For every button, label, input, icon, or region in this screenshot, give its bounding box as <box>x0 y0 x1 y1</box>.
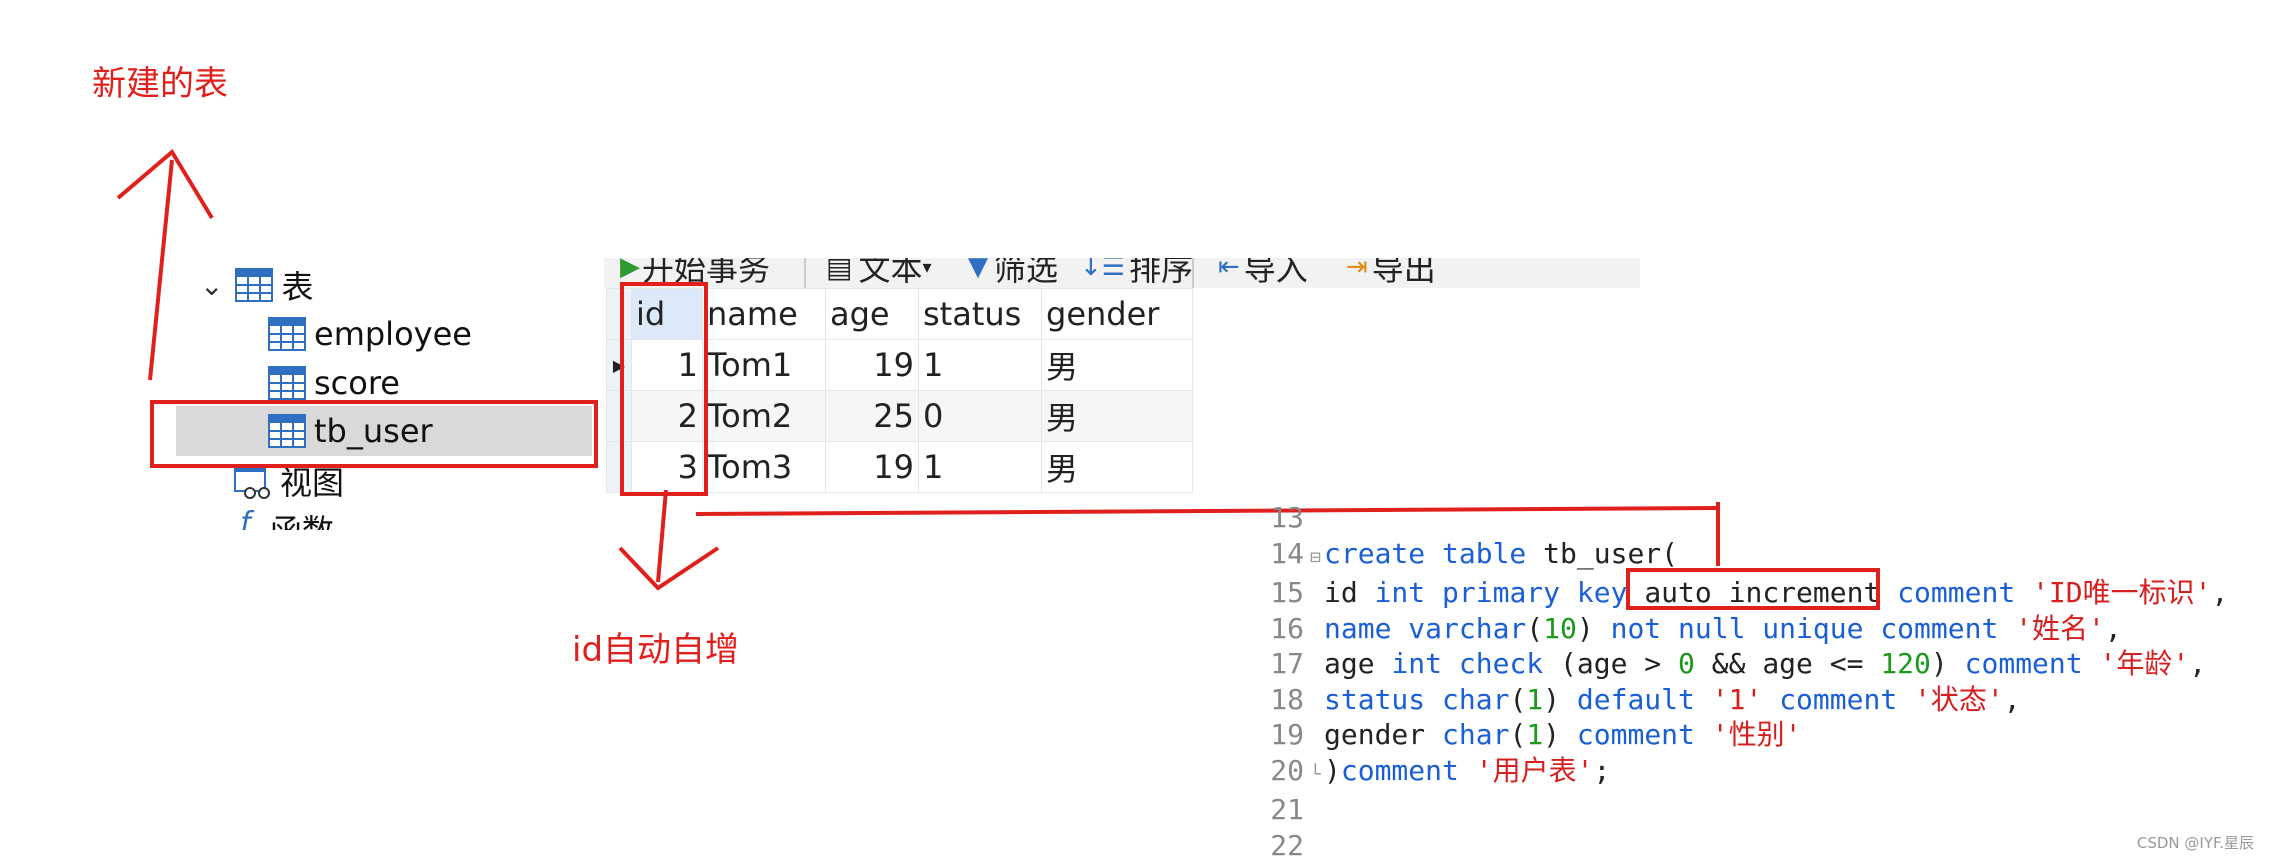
watermark: CSDN @IYF.星辰 <box>2136 834 2254 852</box>
column-header-age[interactable]: age <box>825 288 919 340</box>
filter-icon: ▼ <box>968 258 988 282</box>
cell-gender[interactable]: 男 <box>1041 339 1193 391</box>
import-icon: ⇤ <box>1218 258 1240 282</box>
code-line: 20 └)comment '用户表'; <box>1260 753 2228 793</box>
tree-item-label: score <box>314 364 400 402</box>
text-icon: ▤ <box>826 258 853 284</box>
export-button[interactable]: ⇥ 导出 <box>1346 258 1436 288</box>
column-header-name[interactable]: name <box>702 288 826 340</box>
cell-name[interactable]: Tom2 <box>702 390 826 442</box>
line-number: 14 <box>1270 536 1304 570</box>
cell-gender[interactable]: 男 <box>1041 441 1193 493</box>
import-label: 导入 <box>1243 258 1308 288</box>
function-icon: fx <box>240 506 260 530</box>
cell-status[interactable]: 1 <box>918 339 1042 391</box>
line-number: 19 <box>1270 718 1304 751</box>
table-group-icon <box>235 268 274 302</box>
export-label: 导出 <box>1371 258 1436 288</box>
cell-age[interactable]: 19 <box>825 441 919 493</box>
sort-icon: ↓☰ <box>1080 258 1126 282</box>
code-line: 13 <box>1260 500 2228 536</box>
dropdown-icon: ▾ <box>922 258 932 278</box>
code-line: 19 gender char(1) comment '性别' <box>1260 717 2228 753</box>
cell-status[interactable]: 1 <box>918 441 1042 493</box>
tree-tables-group[interactable]: ⌄ 表 <box>200 262 313 308</box>
line-number: 20 <box>1270 753 1304 787</box>
sql-editor[interactable]: 13 14 ⊟ create table tb_user( 15 id int pri… <box>1260 500 2228 863</box>
id-column-highlight-box <box>620 282 708 496</box>
line-number: 15 <box>1270 576 1304 609</box>
tree-functions-group[interactable]: fx 函数 <box>240 506 334 530</box>
column-header-status[interactable]: status <box>918 288 1042 340</box>
import-button[interactable]: ⇤ 导入 <box>1218 258 1308 288</box>
sort-label: 排序 <box>1129 258 1194 288</box>
code-line: 21 <box>1260 792 2228 828</box>
cell-age[interactable]: 25 <box>825 390 919 442</box>
line-number: 13 <box>1270 501 1304 534</box>
cell-age[interactable]: 19 <box>825 339 919 391</box>
column-header-gender[interactable]: gender <box>1041 288 1193 340</box>
code-line: 22 <box>1260 828 2228 864</box>
tree-tables-label: 表 <box>281 268 314 306</box>
text-label: 文本 <box>858 258 923 288</box>
cell-status[interactable]: 0 <box>918 390 1042 442</box>
grid-toolbar: ▶ 开始事务 ▤ 文本 ▾ ▼ 筛选 ↓☰ 排序 ⇤ 导入 ⇥ 导出 <box>604 258 1640 288</box>
line-number: 21 <box>1270 793 1304 826</box>
tb-user-highlight-box <box>150 400 598 468</box>
play-icon: ▶ <box>620 258 640 282</box>
cell-gender[interactable]: 男 <box>1041 390 1193 442</box>
line-number: 17 <box>1270 647 1304 680</box>
cell-name[interactable]: Tom1 <box>702 339 826 391</box>
text-button[interactable]: ▤ 文本 ▾ <box>826 258 932 288</box>
line-number: 18 <box>1270 682 1304 716</box>
tree-item-employee[interactable]: employee <box>268 311 472 357</box>
code-line: 18 status char(1) default '1' comment '状态… <box>1260 682 2228 718</box>
cell-name[interactable]: Tom3 <box>702 441 826 493</box>
auto-increment-highlight-box <box>1626 568 1880 610</box>
sort-button[interactable]: ↓☰ 排序 <box>1080 258 1193 288</box>
filter-button[interactable]: ▼ 筛选 <box>968 258 1058 288</box>
chevron-down-icon[interactable]: ⌄ <box>200 269 223 302</box>
code-line: 16 name varchar(10) not null unique comme… <box>1260 611 2228 647</box>
line-number: 22 <box>1270 828 1304 862</box>
tree-item-label: employee <box>314 315 472 353</box>
tree-functions-label: 函数 <box>270 506 334 530</box>
line-number: 16 <box>1270 611 1304 645</box>
filter-label: 筛选 <box>994 258 1059 288</box>
table-icon <box>268 317 306 351</box>
code-line: 17 age int check (age > 0 && age <= 120) … <box>1260 646 2228 682</box>
fold-icon[interactable]: ⊟ <box>1310 540 1324 576</box>
export-icon: ⇥ <box>1346 258 1368 282</box>
table-icon <box>268 366 306 400</box>
